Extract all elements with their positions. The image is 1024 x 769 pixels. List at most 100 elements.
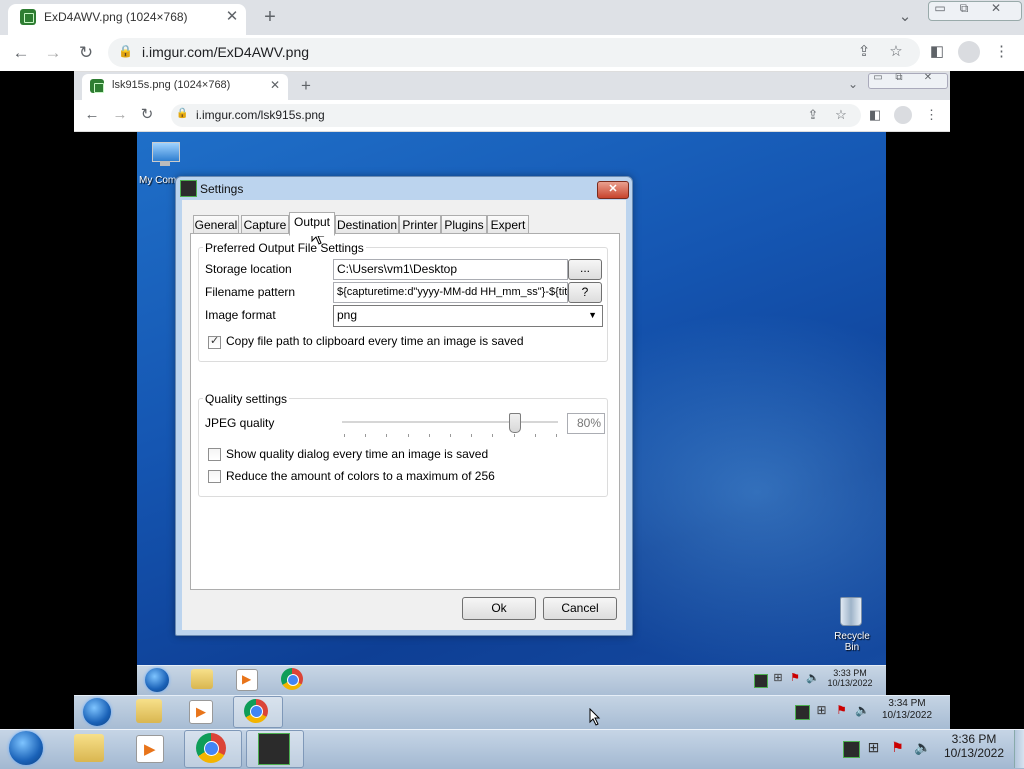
forward-icon[interactable]: → — [44, 44, 62, 61]
filename-help-button[interactable]: ? — [568, 282, 602, 303]
close-tab-icon[interactable]: ✕ — [224, 9, 240, 24]
outer-url: i.imgur.com/ExD4AWV.png — [142, 44, 310, 60]
slider-tick — [365, 434, 367, 437]
middle-clock[interactable]: 3:34 PM 10/13/2022 — [874, 698, 940, 721]
tray-network-icon[interactable]: ⊞ — [866, 740, 881, 754]
tray-greenshot-icon[interactable] — [843, 741, 860, 758]
tab-output[interactable]: Output — [289, 212, 335, 236]
inner-restore-icon[interactable]: ⧉ — [893, 73, 905, 83]
inner-start-orb-icon[interactable] — [145, 668, 169, 692]
menu-dots-icon[interactable]: ⋮ — [994, 44, 1009, 59]
image-format-value: png — [337, 308, 358, 322]
new-tab-icon[interactable]: + — [260, 7, 280, 27]
tray-flag-icon[interactable]: ⚑ — [890, 740, 905, 754]
dialog-close-button[interactable]: ✕ — [597, 181, 629, 199]
innermost-clock-date: 10/13/2022 — [827, 678, 873, 689]
inner-bookmark-star-icon[interactable]: ☆ — [834, 108, 848, 121]
outer-clock-date: 10/13/2022 — [943, 745, 1005, 760]
quality-dialog-checkbox[interactable] — [208, 448, 221, 461]
innermost-clock[interactable]: 3:33 PM 10/13/2022 — [822, 668, 878, 689]
jpeg-quality-label: JPEG quality — [205, 416, 275, 430]
show-desktop-button[interactable] — [1014, 730, 1024, 768]
quality-dialog-label: Show quality dialog every time an image … — [226, 447, 489, 461]
inner-chrome-icon[interactable] — [281, 668, 303, 690]
share-icon[interactable]: ⇪ — [856, 44, 872, 59]
middle-start-orb-icon[interactable] — [83, 698, 111, 726]
cancel-button[interactable]: Cancel — [543, 597, 617, 620]
inner-explorer-icon[interactable] — [191, 669, 213, 689]
bookmark-star-icon[interactable]: ☆ — [888, 44, 904, 59]
slider-tick — [492, 434, 494, 437]
middle-chrome-icon[interactable] — [244, 699, 268, 723]
inner-close-tab-icon[interactable]: ✕ — [268, 79, 282, 91]
inner-tray-network-icon[interactable]: ⊞ — [772, 673, 784, 684]
innermost-clock-time: 3:33 PM — [833, 668, 867, 678]
recycle-bin-icon[interactable] — [837, 594, 863, 626]
inner-tray-greenshot-icon[interactable] — [754, 674, 768, 688]
image-format-select[interactable]: png ▼ — [333, 305, 603, 327]
inner-back-icon[interactable]: ← — [84, 107, 100, 122]
inner-tray-flag-icon[interactable]: ⚑ — [789, 673, 801, 684]
jpeg-quality-slider-thumb[interactable] — [508, 413, 521, 433]
tab-destination[interactable]: Destination — [335, 215, 399, 235]
tab-plugins[interactable]: Plugins — [441, 215, 487, 235]
middle-explorer-icon[interactable] — [136, 699, 162, 723]
profile-avatar[interactable] — [958, 41, 980, 63]
inner-share-icon[interactable]: ⇪ — [806, 108, 820, 121]
tray-volume-icon[interactable]: 🔈 — [914, 740, 931, 754]
tab-expert[interactable]: Expert — [487, 215, 529, 235]
jpeg-quality-slider-track[interactable] — [342, 421, 558, 424]
reduce-colors-checkbox[interactable] — [208, 470, 221, 483]
minimize-icon[interactable]: ▭ — [932, 2, 948, 14]
reload-icon[interactable]: ↻ — [77, 44, 95, 61]
inner-close-window-icon[interactable]: ✕ — [922, 73, 934, 83]
slider-tick — [386, 434, 388, 437]
inner-left-margin — [74, 132, 137, 695]
middle-tray-network-icon[interactable]: ⊞ — [815, 704, 828, 716]
middle-tray-greenshot-icon[interactable] — [795, 705, 810, 720]
inner-minimize-icon[interactable]: ▭ — [872, 73, 884, 83]
ok-button[interactable]: Ok — [462, 597, 536, 620]
back-icon[interactable]: ← — [12, 44, 30, 61]
inner-new-tab-icon[interactable]: + — [298, 77, 314, 94]
inner-imgur-favicon-icon — [90, 79, 104, 93]
inner-tab-title: lsk915s.png (1024×768) — [112, 79, 231, 91]
inner-tray-volume-icon[interactable]: 🔈 — [806, 673, 820, 684]
start-orb-icon[interactable] — [9, 731, 43, 765]
inner-forward-icon[interactable]: → — [112, 107, 128, 122]
filename-pattern-input[interactable]: ${capturetime:d"yyyy-MM-dd HH_mm_ss"}-${… — [333, 282, 568, 303]
side-panel-icon[interactable]: ◧ — [928, 44, 946, 59]
storage-location-label: Storage location — [205, 262, 292, 276]
outer-clock[interactable]: 3:36 PM 10/13/2022 — [938, 732, 1010, 761]
inner-tab-search-icon[interactable]: ⌄ — [846, 78, 860, 90]
browse-button[interactable]: ... — [568, 259, 602, 280]
chrome-icon[interactable] — [196, 733, 226, 763]
inner-profile-avatar[interactable] — [894, 106, 912, 124]
tab-search-chevron-icon[interactable]: ⌄ — [896, 9, 914, 24]
middle-media-player-icon[interactable]: ▶ — [189, 700, 213, 724]
tab-printer[interactable]: Printer — [399, 215, 441, 235]
middle-tray-volume-icon[interactable]: 🔈 — [855, 704, 870, 716]
media-player-icon[interactable]: ▶ — [136, 735, 164, 763]
inner-media-player-icon[interactable]: ▶ — [236, 669, 258, 691]
quality-group-title: Quality settings — [203, 392, 290, 406]
slider-tick — [344, 434, 345, 437]
inner-menu-dots-icon[interactable]: ⋮ — [925, 108, 938, 121]
my-computer-icon[interactable] — [148, 140, 182, 170]
tab-general[interactable]: General — [193, 215, 239, 235]
checkmark-icon: ✓ — [210, 335, 220, 347]
outer-toolbar: ← → ↻ 🔒 i.imgur.com/ExD4AWV.png ⇪ ☆ ◧ ⋮ — [0, 35, 1024, 72]
storage-location-input[interactable]: C:\Users\vm1\Desktop — [333, 259, 568, 280]
restore-icon[interactable]: ⧉ — [956, 2, 972, 14]
explorer-icon[interactable] — [74, 734, 104, 762]
tab-capture[interactable]: Capture — [241, 215, 289, 235]
outer-address-bar[interactable]: 🔒 i.imgur.com/ExD4AWV.png ⇪ ☆ — [108, 38, 920, 67]
middle-tray-flag-icon[interactable]: ⚑ — [835, 704, 848, 716]
inner-side-panel-icon[interactable]: ◧ — [868, 108, 882, 121]
jpeg-quality-value[interactable]: 80% — [567, 413, 605, 434]
copy-path-checkbox[interactable]: ✓ — [208, 335, 221, 349]
middle-clock-date: 10/13/2022 — [881, 709, 933, 721]
close-window-icon[interactable]: ✕ — [988, 2, 1004, 14]
inner-reload-icon[interactable]: ↻ — [139, 107, 155, 122]
copy-path-label: Copy file path to clipboard every time a… — [226, 334, 524, 348]
